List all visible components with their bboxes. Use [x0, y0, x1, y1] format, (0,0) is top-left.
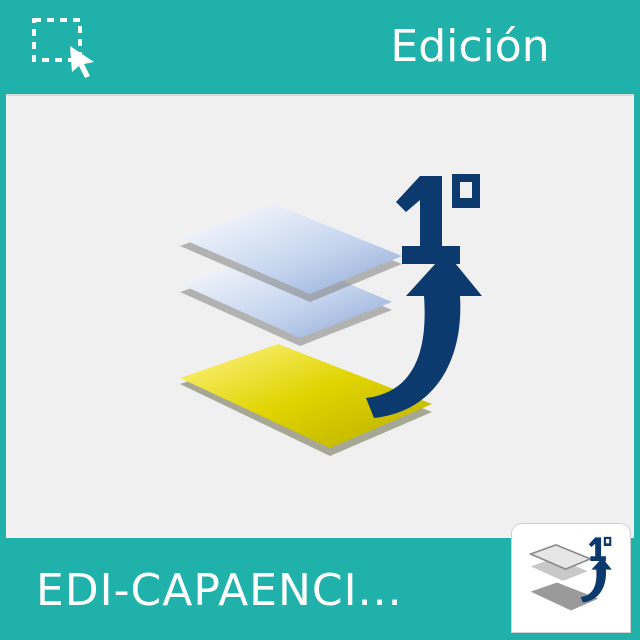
tile-preview[interactable]	[6, 94, 634, 538]
tile-footer: EDI-CAPAENCI...	[0, 524, 640, 640]
layers-bring-to-front-icon	[180, 174, 482, 456]
command-badge[interactable]	[512, 524, 630, 632]
layers-bring-to-front-icon	[528, 536, 612, 611]
select-cursor-icon[interactable]	[30, 16, 98, 80]
command-name: EDI-CAPAENCI...	[36, 565, 403, 616]
command-tile[interactable]: Edición EDI-CAPAENCI...	[0, 0, 640, 640]
tile-header: Edición	[0, 0, 640, 94]
tile-title: Edición	[390, 21, 550, 72]
